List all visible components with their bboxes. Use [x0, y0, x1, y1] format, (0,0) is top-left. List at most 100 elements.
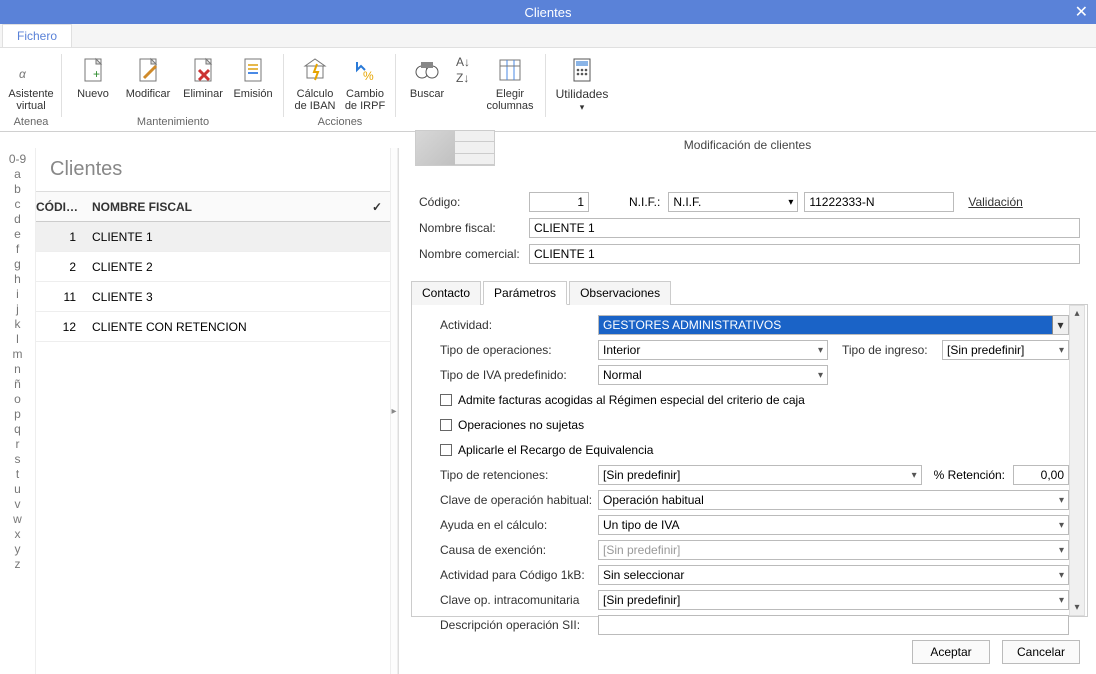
table-row[interactable]: 2CLIENTE 2	[36, 252, 390, 282]
svg-text:%: %	[363, 69, 374, 83]
utilidades-label: Utilidades▾	[556, 88, 609, 113]
tipo-op-select[interactable]: Interior▾	[598, 340, 828, 360]
label-causa: Causa de exención:	[440, 543, 598, 557]
asistente-virtual-button[interactable]: α Asistente virtual	[6, 52, 56, 114]
causa-select[interactable]: [Sin predefinir]▾	[598, 540, 1069, 560]
label-act1kb: Actividad para Código 1kB:	[440, 568, 598, 582]
alpha-x[interactable]: x	[15, 527, 21, 541]
window-title: Clientes	[525, 5, 572, 20]
chk-recargo-label: Aplicarle el Recargo de Equivalencia	[458, 443, 653, 457]
buscar-button[interactable]: Buscar	[402, 52, 452, 114]
cell-name: CLIENTE 2	[86, 260, 364, 274]
svg-text:α: α	[19, 67, 27, 81]
codigo-input[interactable]	[529, 192, 589, 212]
ayuda-select[interactable]: Un tipo de IVA▾	[598, 515, 1069, 535]
splitter-handle[interactable]: ▸	[390, 148, 398, 674]
nombre-comercial-input[interactable]	[529, 244, 1080, 264]
table-row[interactable]: 11CLIENTE 3	[36, 282, 390, 312]
chk-caja-row[interactable]: Admite facturas acogidas al Régimen espe…	[440, 388, 1069, 412]
group-label-atenea: Atenea	[6, 114, 56, 128]
alpha-l[interactable]: l	[16, 332, 19, 346]
emision-button[interactable]: Emisión	[228, 52, 278, 114]
nif-type-select[interactable]: N.I.F.▾	[668, 192, 798, 212]
eliminar-button[interactable]: Eliminar	[178, 52, 228, 114]
sort-buttons[interactable]: A↓ Z↓	[452, 52, 480, 114]
cambio-irpf-button[interactable]: % Cambio de IRPF	[340, 52, 390, 114]
alpha-i[interactable]: i	[16, 287, 19, 301]
tab-contacto[interactable]: Contacto	[411, 281, 481, 305]
intra-select[interactable]: [Sin predefinir]▾	[598, 590, 1069, 610]
alpha-z[interactable]: z	[15, 557, 21, 571]
act1kb-select[interactable]: Sin seleccionar▾	[598, 565, 1069, 585]
col-codi[interactable]: CÓDI…	[36, 200, 86, 214]
col-name[interactable]: NOMBRE FISCAL	[86, 200, 364, 214]
alpha-o[interactable]: o	[14, 392, 21, 406]
sort-az-icon: A↓	[450, 54, 482, 70]
iban-label: Cálculo de IBAN	[295, 88, 336, 112]
delete-doc-icon	[187, 54, 219, 86]
clave-select[interactable]: Operación habitual▾	[598, 490, 1069, 510]
table-row[interactable]: 1CLIENTE 1	[36, 222, 390, 252]
cell-name: CLIENTE CON RETENCION	[86, 320, 364, 334]
tipo-iva-select[interactable]: Normal▾	[598, 365, 828, 385]
label-tipo-op: Tipo de operaciones:	[440, 343, 598, 357]
alpha-n[interactable]: n	[14, 362, 21, 376]
validacion-link[interactable]: Validación	[968, 195, 1022, 209]
label-codigo: Código:	[419, 195, 529, 209]
elegir-columnas-button[interactable]: Elegir columnas	[480, 52, 540, 114]
alpha-a[interactable]: a	[14, 167, 21, 181]
tab-observaciones[interactable]: Observaciones	[569, 281, 671, 305]
cancelar-button[interactable]: Cancelar	[1002, 640, 1080, 664]
alpha-s[interactable]: s	[15, 452, 21, 466]
nombre-fiscal-input[interactable]	[529, 218, 1080, 238]
cell-name: CLIENTE 3	[86, 290, 364, 304]
alpha-b[interactable]: b	[14, 182, 21, 196]
nif-input[interactable]	[804, 192, 954, 212]
alpha-j[interactable]: j	[16, 302, 19, 316]
chk-nosuj-row[interactable]: Operaciones no sujetas	[440, 413, 1069, 437]
alpha-q[interactable]: q	[14, 422, 21, 436]
list-title: Clientes	[36, 148, 390, 191]
table-row[interactable]: 12CLIENTE CON RETENCION	[36, 312, 390, 342]
alpha-m[interactable]: m	[13, 347, 23, 361]
alpha-f[interactable]: f	[16, 242, 19, 256]
alpha-e[interactable]: e	[14, 227, 21, 241]
alpha-c[interactable]: c	[15, 197, 21, 211]
descsii-input[interactable]	[598, 615, 1069, 635]
tipo-ret-select[interactable]: [Sin predefinir]▾	[598, 465, 922, 485]
alpha-d[interactable]: d	[14, 212, 21, 226]
alpha-p[interactable]: p	[14, 407, 21, 421]
grid-header: CÓDI… NOMBRE FISCAL ✓	[36, 192, 390, 222]
checkbox-icon	[440, 419, 452, 431]
modificar-button[interactable]: Modificar	[118, 52, 178, 114]
utilidades-button[interactable]: Utilidades▾	[552, 52, 612, 115]
actividad-select[interactable]: GESTORES ADMINISTRATIVOS▾	[598, 315, 1069, 335]
chk-recargo-row[interactable]: Aplicarle el Recargo de Equivalencia	[440, 438, 1069, 462]
alpha-v[interactable]: v	[15, 497, 21, 511]
tipo-ingreso-select[interactable]: [Sin predefinir]▾	[942, 340, 1069, 360]
scroll-up-icon: ▴	[1074, 308, 1079, 319]
clients-list-pane: Clientes CÓDI… NOMBRE FISCAL ✓ 1CLIENTE …	[36, 148, 390, 674]
close-icon[interactable]: ✕	[1075, 2, 1088, 22]
alpha-y[interactable]: y	[15, 542, 21, 556]
alpha-u[interactable]: u	[14, 482, 21, 496]
label-clave: Clave de operación habitual:	[440, 493, 598, 507]
params-scrollbar[interactable]: ▴▾	[1069, 305, 1085, 616]
nuevo-button[interactable]: + Nuevo	[68, 52, 118, 114]
calculo-iban-button[interactable]: Cálculo de IBAN	[290, 52, 340, 114]
alpha-0-9[interactable]: 0-9	[9, 152, 26, 166]
alpha-w[interactable]: w	[13, 512, 22, 526]
alpha-h[interactable]: h	[14, 272, 21, 286]
alpha-r[interactable]: r	[16, 437, 20, 451]
group-label-acciones: Acciones	[290, 114, 390, 128]
aceptar-button[interactable]: Aceptar	[912, 640, 990, 664]
alpha-g[interactable]: g	[14, 257, 21, 271]
alpha-k[interactable]: k	[15, 317, 21, 331]
tab-fichero[interactable]: Fichero	[2, 24, 72, 47]
label-descsii: Descripción operación SII:	[440, 618, 598, 632]
alpha-ñ[interactable]: ñ	[14, 377, 21, 391]
alpha-t[interactable]: t	[16, 467, 19, 481]
col-check[interactable]: ✓	[364, 200, 390, 214]
tab-parametros[interactable]: Parámetros	[483, 281, 567, 305]
pct-ret-input[interactable]	[1013, 465, 1069, 485]
